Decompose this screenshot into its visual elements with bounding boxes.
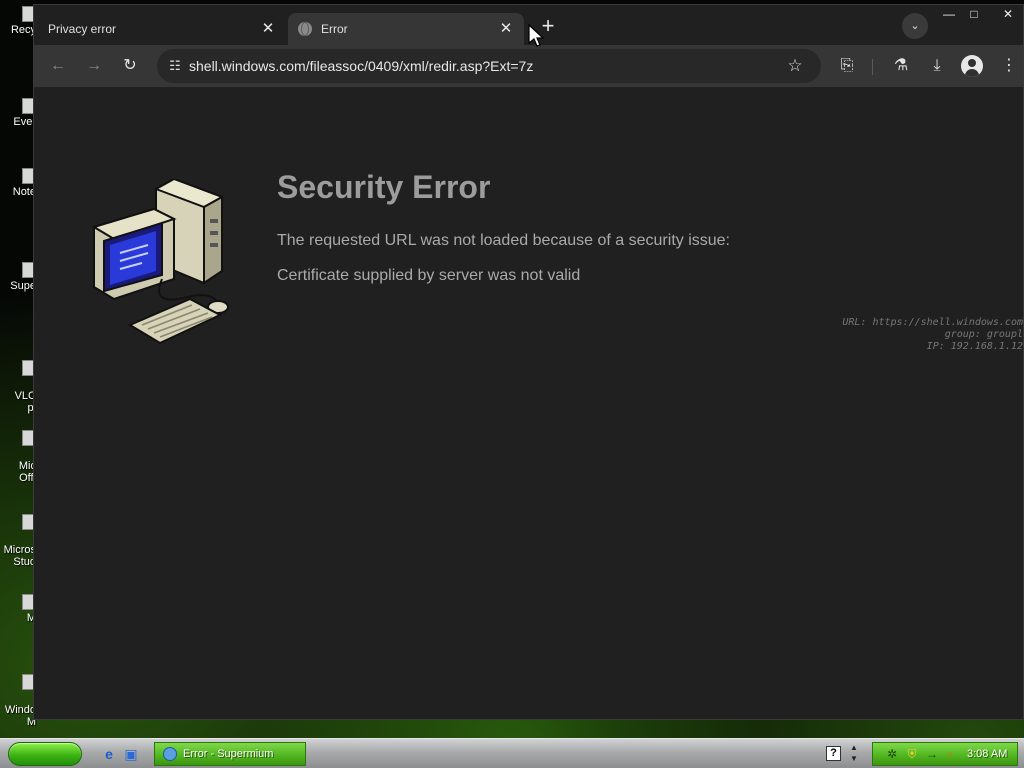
- extensions-button[interactable]: ⎘: [834, 53, 860, 79]
- desktop-icon-vlc[interactable]: VLC pl: [0, 348, 36, 414]
- tab-title: Error: [321, 22, 348, 36]
- security-shield-icon[interactable]: ⛨: [905, 747, 919, 761]
- bookmark-star-icon[interactable]: ☆: [785, 56, 805, 76]
- page-content: Security Error The requested URL was not…: [34, 87, 1023, 719]
- globe-icon: [298, 22, 312, 36]
- system-tray: ✲ ⛨ → ⌕ 3:08 AM: [872, 742, 1018, 766]
- diagnostics-ip: IP: 192.168.1.12: [926, 341, 1023, 352]
- address-bar[interactable]: ☷ shell.windows.com/fileassoc/0409/xml/r…: [157, 49, 821, 83]
- minimize-button[interactable]: —: [937, 6, 961, 24]
- close-window-button[interactable]: ✕: [996, 6, 1020, 24]
- tab-title: Privacy error: [48, 22, 117, 36]
- tab-close-icon[interactable]: ✕: [498, 21, 514, 37]
- diagnostics-url: URL: https://shell.windows.com: [842, 317, 1023, 328]
- browser-window: Privacy error ✕ Error ✕ + ⌄ — □ ✕ ← → ↻ …: [33, 4, 1024, 720]
- network-icon[interactable]: ✲: [885, 747, 899, 761]
- desktop-icon-studio[interactable]: Micros Stud: [0, 502, 36, 568]
- internet-explorer-icon[interactable]: e: [100, 745, 118, 763]
- error-message: The requested URL was not loaded because…: [277, 232, 730, 249]
- tab-search-button[interactable]: ⌄: [902, 13, 928, 39]
- taskbar: e ▣ Error - Supermium ? ▲ ▼ ✲ ⛨ → ⌕ 3:08 …: [0, 738, 1024, 768]
- mouse-cursor-icon: [528, 24, 545, 47]
- diagnostics-info: URL: https://shell.windows.com group: gr…: [794, 317, 1023, 353]
- computer-icon: [91, 179, 229, 345]
- desktop-icon-windows-media[interactable]: Windo M: [0, 662, 36, 728]
- toolbar-divider: [872, 59, 873, 75]
- forward-button[interactable]: →: [81, 53, 107, 79]
- maximize-button[interactable]: □: [962, 6, 986, 24]
- desktop-icon-everything[interactable]: Ever: [0, 98, 36, 128]
- search-tray-icon[interactable]: ⌕: [943, 747, 957, 761]
- desktop-icon-m[interactable]: M: [0, 594, 36, 624]
- task-label: Error - Supermium: [183, 748, 274, 760]
- desktop-icon-label: Micros Stud: [3, 544, 36, 568]
- downloads-button[interactable]: ⤓: [924, 53, 950, 79]
- tab-privacy-error[interactable]: Privacy error ✕: [38, 13, 286, 45]
- desktop-icon-recycle-bin[interactable]: Recy: [0, 6, 36, 36]
- labs-flask-button[interactable]: ⚗: [888, 53, 914, 79]
- diagnostics-group: group: groupl: [944, 329, 1023, 340]
- tune-icon[interactable]: ☷: [167, 58, 183, 74]
- quick-launch-icon[interactable]: ▣: [122, 745, 140, 763]
- tab-error[interactable]: Error ✕: [288, 13, 524, 45]
- supermium-icon: [163, 747, 177, 761]
- profile-avatar[interactable]: [961, 55, 983, 77]
- help-icon[interactable]: ?: [826, 746, 841, 761]
- back-button[interactable]: ←: [45, 53, 71, 79]
- desktop-icon-label: Windo M: [4, 704, 36, 728]
- tray-expand-icon[interactable]: ▲ ▼: [848, 742, 860, 766]
- start-button[interactable]: [8, 742, 82, 766]
- page-title: Security Error: [277, 169, 491, 205]
- tray-arrow-icon[interactable]: →: [925, 747, 939, 761]
- desktop-icon-supermium[interactable]: Supe: [0, 262, 36, 292]
- taskbar-task-supermium[interactable]: Error - Supermium: [154, 742, 306, 766]
- desktop-icon-office[interactable]: Mic Offi: [0, 418, 36, 484]
- tab-close-icon[interactable]: ✕: [260, 21, 276, 37]
- menu-kebab-button[interactable]: ⋮: [996, 53, 1022, 79]
- clock[interactable]: 3:08 AM: [967, 748, 1007, 760]
- address-url[interactable]: shell.windows.com/fileassoc/0409/xml/red…: [189, 58, 533, 74]
- browser-toolbar: ← → ↻ ☷ shell.windows.com/fileassoc/0409…: [34, 45, 1023, 87]
- desktop-icon-notepad[interactable]: Note: [0, 168, 36, 198]
- reload-button[interactable]: ↻: [117, 53, 143, 79]
- error-detail: Certificate supplied by server was not v…: [277, 267, 581, 284]
